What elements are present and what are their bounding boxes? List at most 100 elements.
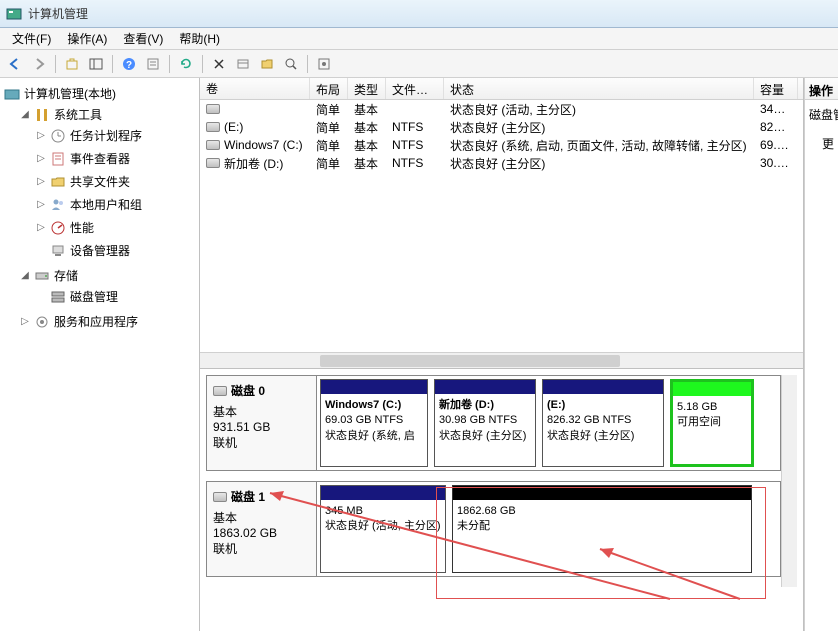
help-button[interactable]: ?: [118, 53, 140, 75]
partition-header-bar: [321, 380, 427, 394]
volume-row[interactable]: Windows7 (C:)简单基本NTFS状态良好 (系统, 启动, 页面文件,…: [200, 136, 803, 154]
delete-button[interactable]: [208, 53, 230, 75]
volume-row[interactable]: 简单基本状态良好 (活动, 主分区)345 M: [200, 100, 803, 118]
vertical-scrollbar[interactable]: [781, 375, 797, 587]
volume-capacity: 30.98 G: [754, 155, 798, 171]
tree-root[interactable]: 计算机管理(本地): [2, 84, 197, 103]
tree-event-label: 事件查看器: [70, 150, 130, 167]
volume-capacity: 69.03 G: [754, 137, 798, 153]
action-header: 操作: [805, 78, 838, 100]
expander-icon[interactable]: ◢: [20, 270, 30, 281]
svg-text:?: ?: [126, 60, 132, 71]
action-pane: 操作 磁盘管 更: [804, 78, 838, 631]
volume-layout: 简单: [310, 154, 348, 173]
partition-title: Windows7 (C:): [325, 398, 423, 413]
show-hide-tree-button[interactable]: [85, 53, 107, 75]
expander-icon[interactable]: ▷: [36, 222, 46, 233]
partition[interactable]: 345 MB状态良好 (活动, 主分区): [320, 485, 446, 573]
app-icon: [6, 6, 22, 22]
expander-icon[interactable]: ▷: [20, 316, 30, 327]
partition-status: 状态良好 (活动, 主分区): [325, 519, 441, 534]
volume-type: 基本: [348, 154, 386, 173]
tree-shared[interactable]: ▷共享文件夹: [34, 172, 197, 191]
tree-users-label: 本地用户和组: [70, 196, 142, 213]
col-volume[interactable]: 卷: [200, 78, 310, 99]
find-button[interactable]: [280, 53, 302, 75]
col-fs[interactable]: 文件系统: [386, 78, 444, 99]
action-item-diskmgmt[interactable]: 磁盘管: [805, 100, 838, 129]
col-type[interactable]: 类型: [348, 78, 386, 99]
expander-icon[interactable]: ▷: [36, 199, 46, 210]
properties-button[interactable]: [142, 53, 164, 75]
tree-storage[interactable]: ◢ 存储: [18, 266, 197, 285]
partition[interactable]: 5.18 GB可用空间: [670, 379, 754, 467]
expander-icon[interactable]: ▷: [36, 176, 46, 187]
tree-systools[interactable]: ◢ 系统工具: [18, 105, 197, 124]
col-layout[interactable]: 布局: [310, 78, 348, 99]
volume-type: 基本: [348, 118, 386, 137]
disk-info[interactable]: 磁盘 1 基本1863.02 GB联机: [207, 482, 317, 576]
tree-event[interactable]: ▷ 事件查看器: [34, 149, 197, 168]
volume-name: Windows7 (C:): [224, 138, 303, 152]
partition-status: 可用空间: [677, 415, 747, 430]
partition[interactable]: 新加卷 (D:)30.98 GB NTFS状态良好 (主分区): [434, 379, 536, 467]
action-item-more[interactable]: 更: [805, 129, 838, 158]
menu-help[interactable]: 帮助(H): [171, 28, 228, 49]
expander-icon[interactable]: ◢: [20, 109, 30, 120]
open-button[interactable]: [256, 53, 278, 75]
tree-perf[interactable]: ▷ 性能: [34, 218, 197, 237]
volume-row[interactable]: (E:)简单基本NTFS状态良好 (主分区)826.32: [200, 118, 803, 136]
partition-size: 345 MB: [325, 504, 441, 519]
menu-view[interactable]: 查看(V): [115, 28, 171, 49]
partition-size: 5.18 GB: [677, 400, 747, 415]
back-button[interactable]: [4, 53, 26, 75]
tree-task[interactable]: ▷任务计划程序: [34, 126, 197, 145]
disk-type: 基本: [213, 509, 310, 526]
settings-button[interactable]: [313, 53, 335, 75]
disk-size: 1863.02 GB: [213, 526, 310, 540]
horizontal-scrollbar[interactable]: [200, 352, 803, 368]
up-button[interactable]: [61, 53, 83, 75]
tree-services[interactable]: ▷ 服务和应用程序: [18, 312, 197, 331]
volume-fs: [386, 108, 444, 110]
tree-root-label: 计算机管理(本地): [24, 85, 116, 102]
partition-status: 状态良好 (主分区): [547, 429, 659, 444]
partition[interactable]: 1862.68 GB未分配: [452, 485, 752, 573]
list-button[interactable]: [232, 53, 254, 75]
tree-diskmgmt[interactable]: 磁盘管理: [34, 287, 197, 306]
volume-row[interactable]: 新加卷 (D:)简单基本NTFS状态良好 (主分区)30.98 G: [200, 154, 803, 172]
volume-status: 状态良好 (系统, 启动, 页面文件, 活动, 故障转储, 主分区): [444, 136, 754, 155]
volume-status: 状态良好 (主分区): [444, 118, 754, 137]
menu-file[interactable]: 文件(F): [4, 28, 59, 49]
menubar: 文件(F) 操作(A) 查看(V) 帮助(H): [0, 28, 838, 50]
disk-icon: [213, 492, 227, 502]
partition-status: 状态良好 (主分区): [439, 429, 531, 444]
partition-header-bar: [321, 486, 445, 500]
expander-icon[interactable]: ▷: [36, 153, 46, 164]
disk-state: 联机: [213, 434, 310, 451]
main-pane: 卷 布局 类型 文件系统 状态 容量 简单基本状态良好 (活动, 主分区)345…: [200, 78, 804, 631]
volume-columns: 卷 布局 类型 文件系统 状态 容量: [200, 78, 803, 100]
col-status[interactable]: 状态: [444, 78, 754, 99]
expander-icon[interactable]: ▷: [36, 130, 46, 141]
refresh-button[interactable]: [175, 53, 197, 75]
partition-status: 状态良好 (系统, 启: [325, 429, 423, 444]
disk-state: 联机: [213, 540, 310, 557]
menu-action[interactable]: 操作(A): [59, 28, 115, 49]
tree-services-label: 服务和应用程序: [54, 313, 138, 330]
disk-row: 磁盘 0基本931.51 GB联机Windows7 (C:)69.03 GB N…: [206, 375, 781, 471]
tree-users[interactable]: ▷ 本地用户和组: [34, 195, 197, 214]
partition[interactable]: (E:)826.32 GB NTFS状态良好 (主分区): [542, 379, 664, 467]
volume-fs: NTFS: [386, 119, 444, 135]
volume-capacity: 345 M: [754, 101, 798, 117]
disk-icon: [213, 386, 227, 396]
partition[interactable]: Windows7 (C:)69.03 GB NTFS状态良好 (系统, 启: [320, 379, 428, 467]
volume-icon: [206, 104, 220, 114]
disk-info[interactable]: 磁盘 0基本931.51 GB联机: [207, 376, 317, 470]
tree-devmgr[interactable]: 设备管理器: [34, 241, 197, 260]
tree-perf-label: 性能: [70, 219, 94, 236]
col-capacity[interactable]: 容量: [754, 78, 798, 99]
volume-icon: [206, 158, 220, 168]
disk-label: 磁盘 1: [231, 488, 265, 505]
forward-button[interactable]: [28, 53, 50, 75]
